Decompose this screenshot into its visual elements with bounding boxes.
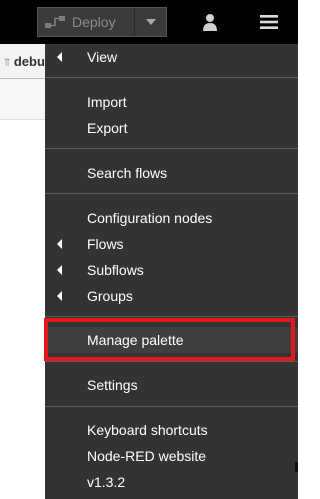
user-icon[interactable] bbox=[195, 8, 225, 36]
menu-item-label: Manage palette bbox=[87, 332, 184, 348]
menu-item-settings[interactable]: Settings bbox=[45, 372, 298, 398]
deploy-button[interactable]: Deploy bbox=[37, 7, 167, 37]
chevron-down-icon[interactable] bbox=[134, 8, 166, 36]
menu-item-label: Keyboard shortcuts bbox=[87, 422, 208, 438]
menu-item-label: Configuration nodes bbox=[87, 210, 213, 226]
header-bar: Deploy bbox=[0, 0, 298, 44]
menu-divider bbox=[45, 316, 298, 317]
menu-item-label: Export bbox=[87, 120, 128, 136]
menu-item-version: v1.3.2 bbox=[45, 469, 298, 495]
menu-item-label: View bbox=[87, 49, 118, 65]
main-menu-dropdown: View Import Export Search flows Configur… bbox=[45, 44, 298, 499]
chevron-left-icon bbox=[57, 265, 62, 275]
menu-item-import[interactable]: Import bbox=[45, 89, 298, 115]
menu-item-manage-palette[interactable]: Manage palette bbox=[45, 327, 298, 353]
menu-item-label: Settings bbox=[87, 377, 138, 393]
menu-item-flows[interactable]: Flows bbox=[45, 231, 298, 257]
menu-divider bbox=[45, 193, 298, 194]
menu-item-label: Groups bbox=[87, 288, 133, 304]
deploy-label: Deploy bbox=[72, 14, 116, 30]
menu-item-configuration-nodes[interactable]: Configuration nodes bbox=[45, 205, 298, 231]
menu-item-label: Import bbox=[87, 94, 127, 110]
bug-icon: ⫪ bbox=[4, 57, 11, 69]
menu-item-subflows[interactable]: Subflows bbox=[45, 257, 298, 283]
menu-item-node-red-website[interactable]: Node-RED website bbox=[45, 443, 298, 469]
menu-divider bbox=[45, 77, 298, 78]
app-window: Deploy ⫪ debu View Import Export Search … bbox=[0, 0, 298, 499]
menu-item-keyboard-shortcuts[interactable]: Keyboard shortcuts bbox=[45, 417, 298, 443]
menu-item-search-flows[interactable]: Search flows bbox=[45, 160, 298, 186]
menu-divider bbox=[45, 361, 298, 362]
menu-item-view[interactable]: View bbox=[45, 44, 298, 70]
menu-item-label: Search flows bbox=[87, 165, 168, 181]
menu-item-label: Node-RED website bbox=[87, 448, 207, 464]
chevron-left-icon bbox=[57, 291, 62, 301]
chevron-left-icon bbox=[57, 52, 62, 62]
deploy-flow-icon bbox=[38, 8, 72, 36]
menu-divider bbox=[45, 148, 298, 149]
menu-item-export[interactable]: Export bbox=[45, 115, 298, 141]
hamburger-menu-icon[interactable] bbox=[252, 8, 286, 36]
version-label: v1.3.2 bbox=[87, 474, 126, 490]
menu-divider bbox=[45, 406, 298, 407]
menu-item-label: Flows bbox=[87, 236, 124, 252]
chevron-left-icon bbox=[57, 239, 62, 249]
scrollbar-edge bbox=[295, 462, 298, 472]
menu-item-groups[interactable]: Groups bbox=[45, 283, 298, 309]
menu-item-label: Subflows bbox=[87, 262, 144, 278]
tab-label: debu bbox=[13, 54, 45, 69]
tab-debug[interactable]: ⫪ debu bbox=[4, 54, 45, 70]
